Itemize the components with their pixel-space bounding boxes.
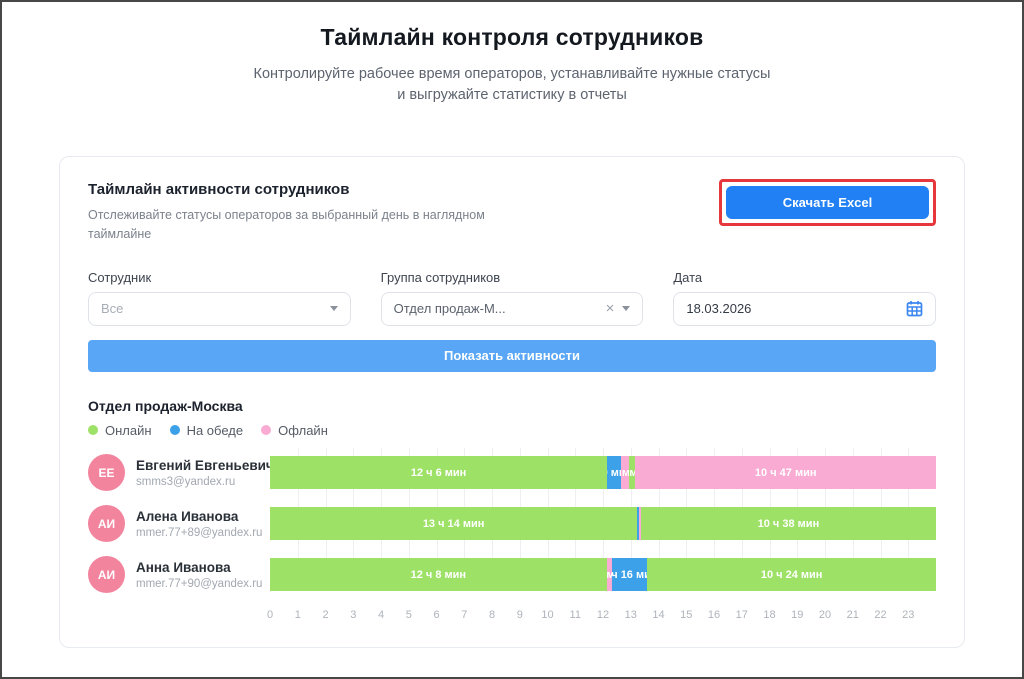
card-title: Таймлайн активности сотрудников xyxy=(88,181,538,198)
axis-hour-label: 23 xyxy=(902,609,914,621)
employee-text: Алена Иванова mmer.77+89@yandex.ru xyxy=(136,509,262,539)
employee-info: АИ Анна Иванова mmer.77+90@yandex.ru xyxy=(88,556,270,593)
activity-bar: 12 ч 6 мин29 мин19 мин13 мин10 ч 47 мин xyxy=(270,456,936,489)
segment-online[interactable]: 12 ч 6 мин xyxy=(270,456,607,489)
employee-text: Анна Иванова mmer.77+90@yandex.ru xyxy=(136,560,262,590)
employee-text: Евгений Евгеньевич smms3@yandex.ru xyxy=(136,458,274,488)
download-excel-button[interactable]: Скачать Excel xyxy=(726,186,929,219)
timeline-section: Отдел продаж-Москва Онлайн На обеде Офлайн… xyxy=(88,398,936,625)
calendar-icon[interactable] xyxy=(906,300,923,317)
employee-email: mmer.77+89@yandex.ru xyxy=(136,527,262,539)
group-title: Отдел продаж-Москва xyxy=(88,398,936,414)
segment-online[interactable]: 10 ч 38 мин xyxy=(641,507,936,540)
employee-select-value: Все xyxy=(101,301,322,316)
page-header: Таймлайн контроля сотрудников Контролиру… xyxy=(2,2,1022,106)
segment-lunch[interactable]: 29 мин xyxy=(607,456,620,489)
axis-hour-label: 17 xyxy=(736,609,748,621)
axis-hour-label: 15 xyxy=(680,609,692,621)
legend-label: Онлайн xyxy=(105,423,152,438)
segment-lunch[interactable]: 1 ч 16 мин xyxy=(612,558,647,591)
employee-name: Анна Иванова xyxy=(136,560,262,575)
employee-email: smms3@yandex.ru xyxy=(136,476,274,488)
chevron-down-icon[interactable] xyxy=(622,306,630,311)
axis-hour-label: 6 xyxy=(433,609,439,621)
employee-info: ЕЕЕвгений Евгеньевичsmms3@yandex.ru xyxy=(88,454,270,491)
date-filter: Дата 18.03.2026 xyxy=(673,270,936,326)
page-subtitle: Контролируйте рабочее время операторов, … xyxy=(2,64,1022,106)
employee-info: АИ Алена Иванова mmer.77+89@yandex.ru xyxy=(88,505,270,542)
employee-select[interactable]: Все xyxy=(88,292,351,326)
legend-dot-icon xyxy=(88,425,98,435)
group-select[interactable]: Отдел продаж-М... × xyxy=(381,292,644,326)
axis-hour-label: 7 xyxy=(461,609,467,621)
axis-hour-label: 14 xyxy=(652,609,664,621)
axis-hour-label: 19 xyxy=(791,609,803,621)
axis-hour-label: 13 xyxy=(625,609,637,621)
group-select-value: Отдел продаж-М... xyxy=(394,301,598,316)
segment-online[interactable]: 13 ч 14 мин xyxy=(270,507,637,540)
segment-online[interactable]: 10 ч 24 мин xyxy=(647,558,936,591)
page-subtitle-line1: Контролируйте рабочее время операторов, … xyxy=(2,64,1022,85)
axis-hour-label: 1 xyxy=(295,609,301,621)
filters-row: Сотрудник Все Группа сотрудников Отдел п… xyxy=(88,270,936,326)
clear-icon[interactable]: × xyxy=(606,301,615,316)
employee-name: Алена Иванова xyxy=(136,509,262,524)
axis-hour-label: 4 xyxy=(378,609,384,621)
status-legend: Онлайн На обеде Офлайн xyxy=(88,423,936,438)
activity-bar: 12 ч 8 мин12 мин1 ч 16 мин10 ч 24 мин xyxy=(270,558,936,591)
legend-item-online: Онлайн xyxy=(88,423,152,438)
page-subtitle-line2: и выгружайте статистику в отчеты xyxy=(2,85,1022,106)
segment-online[interactable]: 12 ч 8 мин xyxy=(270,558,607,591)
employee-filter: Сотрудник Все xyxy=(88,270,351,326)
page-title: Таймлайн контроля сотрудников xyxy=(2,24,1022,51)
chevron-down-icon[interactable] xyxy=(330,306,338,311)
axis-hour-label: 8 xyxy=(489,609,495,621)
employee-name: Евгений Евгеньевич xyxy=(136,458,274,473)
employee-row: АИ Анна Иванова mmer.77+90@yandex.ru 12 ч 8… xyxy=(88,558,936,592)
axis-hour-label: 12 xyxy=(597,609,609,621)
axis-hour-label: 0 xyxy=(267,609,273,621)
employee-row: АИ Алена Иванова mmer.77+89@yandex.ru 13 ч … xyxy=(88,507,936,541)
axis-hour-label: 18 xyxy=(763,609,775,621)
employee-filter-label: Сотрудник xyxy=(88,270,351,285)
legend-label: На обеде xyxy=(187,423,244,438)
card-header: Таймлайн активности сотрудников Отслежив… xyxy=(88,181,936,244)
avatar: АИ xyxy=(88,505,125,542)
axis-hour-label: 3 xyxy=(350,609,356,621)
segment-offline[interactable]: 19 мин xyxy=(621,456,630,489)
group-filter: Группа сотрудников Отдел продаж-М... × xyxy=(381,270,644,326)
date-filter-label: Дата xyxy=(673,270,936,285)
date-input[interactable]: 18.03.2026 xyxy=(673,292,936,326)
axis-hour-label: 20 xyxy=(819,609,831,621)
activity-bar: 13 ч 14 мин10 ч 38 мин xyxy=(270,507,936,540)
hour-axis: 01234567891011121314151617181920212223 xyxy=(270,609,936,625)
legend-item-offline: Офлайн xyxy=(261,423,328,438)
show-activities-button[interactable]: Показать активности xyxy=(88,340,936,372)
card-header-text: Таймлайн активности сотрудников Отслежив… xyxy=(88,181,538,244)
axis-hour-label: 16 xyxy=(708,609,720,621)
employee-email: mmer.77+90@yandex.ru xyxy=(136,578,262,590)
legend-dot-icon xyxy=(170,425,180,435)
legend-dot-icon xyxy=(261,425,271,435)
legend-item-lunch: На обеде xyxy=(170,423,244,438)
axis-hour-label: 10 xyxy=(541,609,553,621)
axis-hour-label: 9 xyxy=(517,609,523,621)
axis-hour-label: 21 xyxy=(847,609,859,621)
axis-hour-label: 2 xyxy=(322,609,328,621)
annotation-highlight-box: Скачать Excel xyxy=(719,179,936,226)
app-window: Таймлайн контроля сотрудников Контролиру… xyxy=(0,0,1024,679)
avatar: ЕЕ xyxy=(88,454,125,491)
segment-offline[interactable]: 10 ч 47 мин xyxy=(635,456,935,489)
avatar: АИ xyxy=(88,556,125,593)
employee-row: ЕЕЕвгений Евгеньевичsmms3@yandex.ru12 ч … xyxy=(88,456,936,490)
legend-label: Офлайн xyxy=(278,423,328,438)
timeline-card: Таймлайн активности сотрудников Отслежив… xyxy=(59,156,965,648)
card-description: Отслеживайте статусы операторов за выбра… xyxy=(88,206,538,244)
group-filter-label: Группа сотрудников xyxy=(381,270,644,285)
timeline-chart: ЕЕЕвгений Евгеньевичsmms3@yandex.ru12 ч … xyxy=(88,456,936,592)
axis-hour-label: 11 xyxy=(570,609,581,621)
axis-hour-label: 5 xyxy=(406,609,412,621)
axis-hour-label: 22 xyxy=(874,609,886,621)
date-input-value: 18.03.2026 xyxy=(686,301,898,316)
